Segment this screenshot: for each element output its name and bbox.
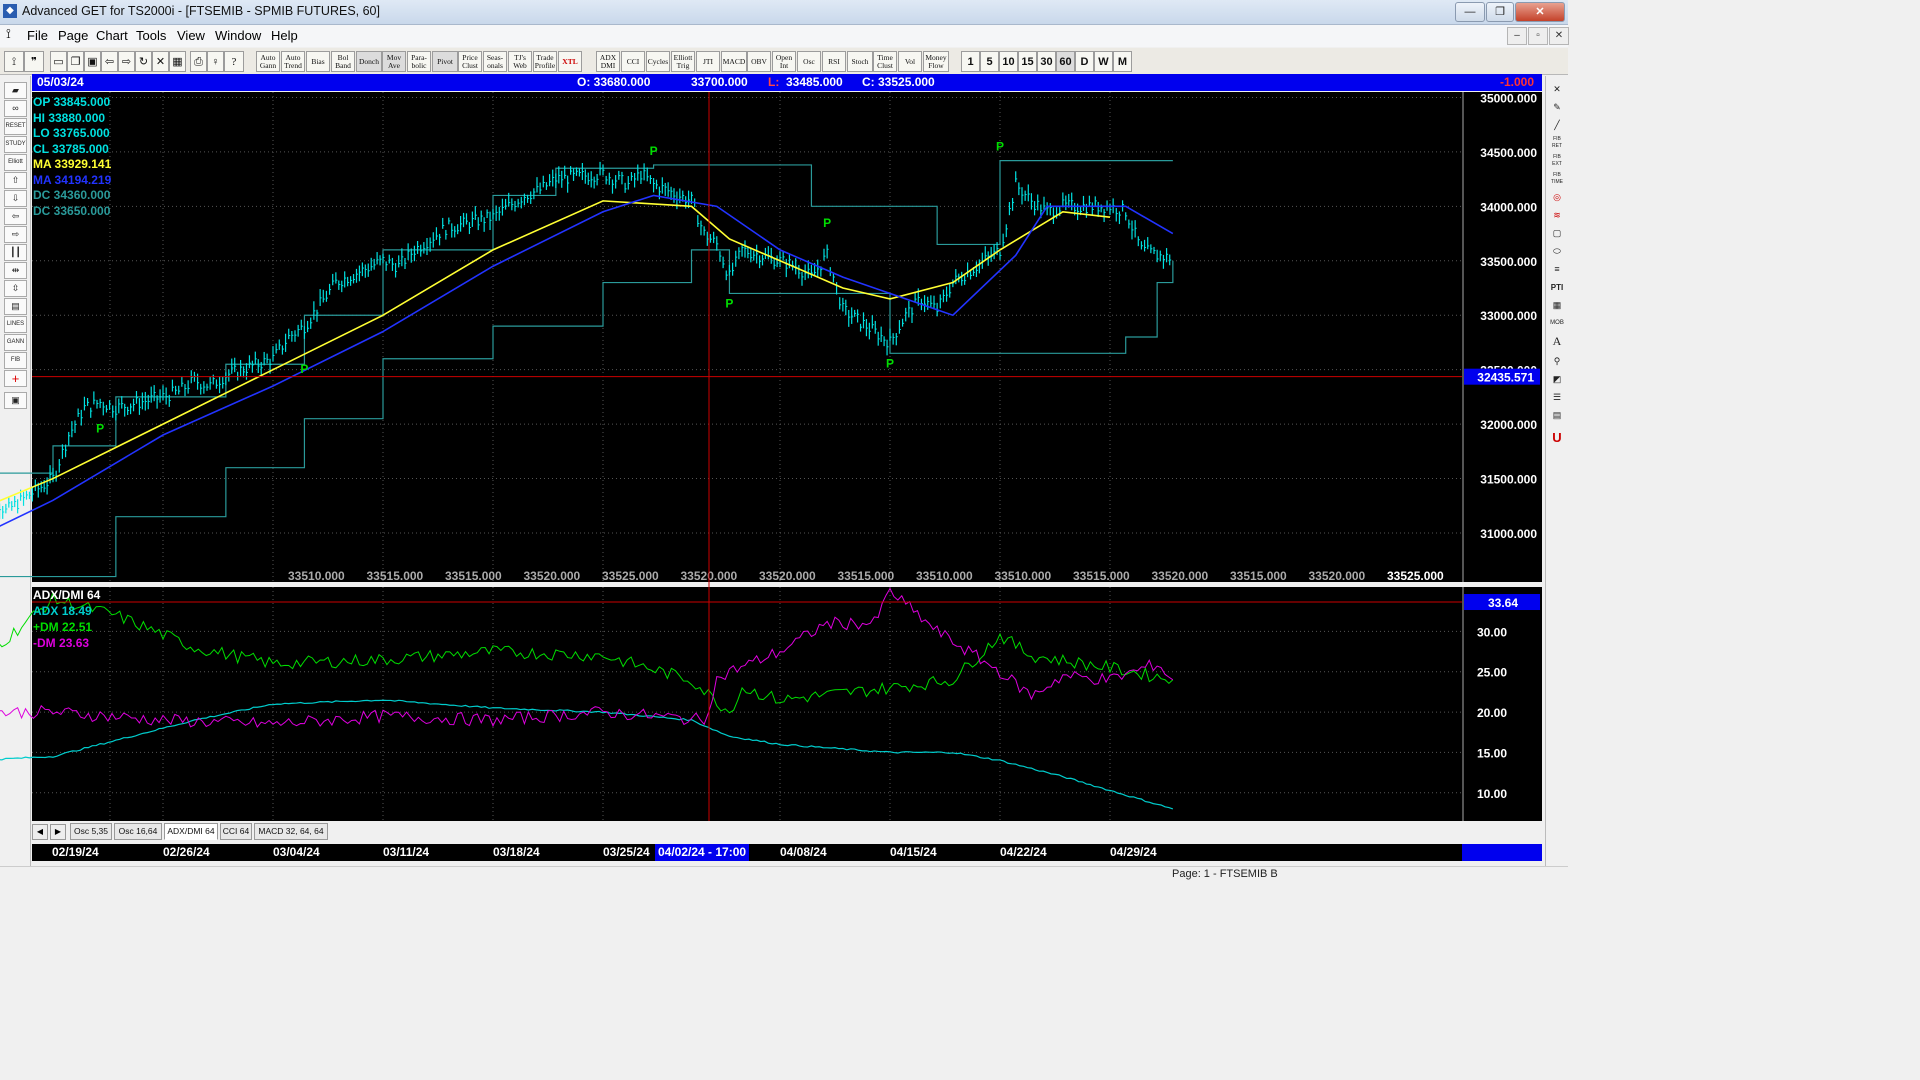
pivot-marker: P	[886, 356, 894, 370]
price-legend-item: CL 33785.000	[33, 141, 109, 156]
osc-tick-label: 25.00	[1477, 666, 1507, 680]
bottom-value-label: 33515.000	[367, 569, 424, 583]
price-tick-label: 31000.000	[1480, 527, 1537, 541]
tab-scroll-left-icon[interactable]: ◀	[32, 824, 48, 840]
adx-legend: ADX 18.49	[33, 604, 92, 618]
pivot-marker: P	[996, 140, 1004, 154]
status-bar: Page: 1 - FTSEMIB B	[0, 866, 1568, 883]
pivot-marker: P	[650, 144, 658, 158]
date-label: 03/04/24	[273, 845, 320, 859]
price-legend-item: LO 33765.000	[33, 126, 110, 140]
bottom-value-label: 33515.000	[1230, 569, 1287, 583]
tab-osc-16-64[interactable]: Osc 16,64	[114, 823, 162, 840]
tab-scroll-right-icon[interactable]: ▶	[50, 824, 66, 840]
date-label: 03/25/24	[603, 845, 650, 859]
price-tick-label: 31500.000	[1480, 473, 1537, 487]
date-label: 03/18/24	[493, 845, 540, 859]
date-label: 02/19/24	[52, 845, 99, 859]
plus-dm-line	[0, 591, 1174, 714]
tab-macd-32-64-64[interactable]: MACD 32, 64, 64	[254, 823, 328, 840]
price-legend-item: DC 33650.000	[33, 203, 111, 218]
osc-tick-label: 30.00	[1477, 625, 1507, 639]
cursor-lines: 32435.571 33.64	[32, 92, 1540, 821]
price-tick-label: 34500.000	[1480, 146, 1537, 160]
status-page: Page: 1 - FTSEMIB B	[1172, 868, 1278, 880]
date-label: 04/22/24	[1000, 845, 1047, 859]
bottom-value-label: 33520.000	[1309, 569, 1366, 583]
tab-osc-5-35[interactable]: Osc 5,35	[70, 823, 112, 840]
osc-title: ADX/DMI 64	[33, 588, 101, 602]
price-legend-item: DC 34360.000	[33, 188, 111, 202]
price-tick-label: 35000.000	[1480, 91, 1537, 105]
date-label: 03/11/24	[383, 845, 430, 859]
adx-dmi-lines	[0, 587, 1174, 810]
bottom-value-label: 33510.000	[995, 569, 1052, 583]
oscillator-tabs: ◀ ▶ Osc 5,35 Osc 16,64 ADX/DMI 64 CCI 64…	[32, 822, 1542, 842]
osc-tick-label: 20.00	[1477, 706, 1507, 720]
donchian-channel	[0, 160, 1174, 578]
bottom-value-row: 33510.000 33515.000 33515.000 33520.000 3352…	[288, 569, 1444, 583]
bottom-value-label: 33525.000	[1387, 569, 1444, 583]
bottom-value-label: 33510.000	[288, 569, 345, 583]
minus-dm-line	[0, 587, 1174, 728]
price-legend-item: HI 33880.000	[33, 110, 106, 125]
date-label: 04/29/24	[1110, 845, 1157, 859]
cursor-date-label: 04/02/24 - 17:00	[655, 844, 750, 861]
osc-cursor-label: 33.64	[1488, 596, 1518, 610]
osc-grid	[32, 587, 1462, 821]
bottom-value-label: 33525.000	[602, 569, 659, 583]
price-axis: 35000.000 34500.000 34000.000 33500.000 3300…	[1462, 91, 1537, 582]
pivot-marker: P	[96, 422, 104, 436]
date-label: 04/08/24	[780, 845, 827, 859]
price-legend-item: MA 33929.141	[33, 157, 112, 171]
price-tick-label: 33500.000	[1480, 255, 1537, 269]
pivot-marker: P	[823, 216, 831, 230]
bottom-value-label: 33515.000	[445, 569, 502, 583]
ma-yellow-line	[0, 200, 1111, 502]
chart-canvas: 35000.000 34500.000 34000.000 33500.000 3300…	[0, 91, 1540, 821]
donchian-lower-line	[0, 249, 1174, 578]
price-tick-label: 34000.000	[1480, 200, 1537, 214]
osc-tick-label: 15.00	[1477, 746, 1507, 760]
price-cursor-label: 32435.571	[1477, 371, 1534, 385]
price-tick-label: 33000.000	[1480, 309, 1537, 323]
pivot-marker: P	[725, 296, 733, 310]
date-label: 02/26/24	[163, 845, 210, 859]
date-axis-corner	[1462, 844, 1542, 861]
price-bars	[0, 161, 1172, 520]
bottom-value-label: 33515.000	[838, 569, 895, 583]
price-legend-item: MA 34194.219	[33, 172, 112, 187]
bottom-value-label: 33515.000	[1073, 569, 1130, 583]
minus-dm-legend: -DM 23.63	[33, 636, 90, 650]
tab-adx-dmi-64[interactable]: ADX/DMI 64	[164, 823, 218, 840]
bottom-value-label: 33520.000	[1152, 569, 1209, 583]
bottom-value-label: 33520.000	[759, 569, 816, 583]
price-legend-item: OP 33845.000	[33, 95, 111, 109]
bottom-value-label: 33520.000	[524, 569, 581, 583]
osc-axis: 30.00 25.00 20.00 15.00 10.00	[1462, 587, 1507, 821]
date-axis: 02/19/24 02/26/24 03/04/24 03/11/24 03/18/24…	[32, 844, 1462, 861]
pivot-marker: P	[300, 362, 308, 376]
bottom-value-label: 33510.000	[916, 569, 973, 583]
date-label: 04/15/24	[890, 845, 937, 859]
tab-cci-64[interactable]: CCI 64	[220, 823, 252, 840]
osc-tick-label: 10.00	[1477, 787, 1507, 801]
price-tick-label: 32000.000	[1480, 418, 1537, 432]
plus-dm-legend: +DM 22.51	[33, 620, 93, 634]
